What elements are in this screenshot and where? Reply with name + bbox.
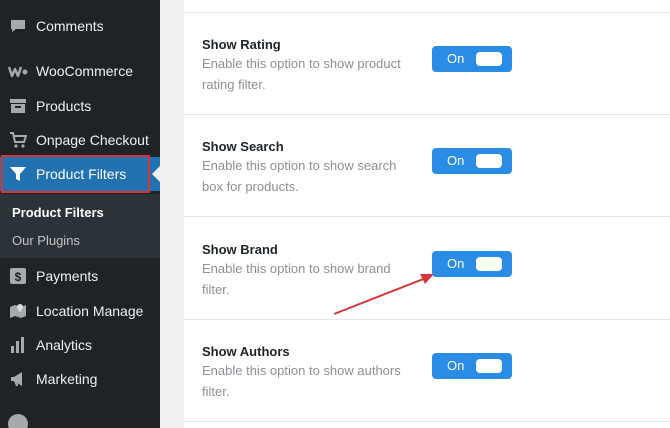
divider (184, 216, 670, 217)
setting-title: Show Authors (202, 344, 290, 359)
toggle-show-brand[interactable]: On (432, 251, 512, 277)
submenu: Product Filters Our Plugins (0, 194, 160, 258)
sidebar-item-label: Comments (36, 18, 104, 34)
highlight-box (1, 155, 150, 193)
toggle-knob (476, 154, 502, 168)
setting-description: Enable this option to show product ratin… (202, 56, 401, 92)
active-menu-indicator (152, 166, 160, 182)
submenu-item-product-filters[interactable]: Product Filters (12, 205, 104, 220)
toggle-show-rating[interactable]: On (432, 46, 512, 72)
sidebar-item-woocommerce[interactable]: WooCommerce (0, 54, 160, 88)
bar-chart-icon (8, 335, 28, 355)
toggle-show-authors[interactable]: On (432, 353, 512, 379)
toggle-knob (476, 257, 502, 271)
toggle-label: On (447, 256, 465, 271)
comment-icon (8, 16, 28, 36)
divider (184, 12, 670, 13)
collapse-menu-icon[interactable] (8, 414, 28, 428)
sidebar-item-location-manage[interactable]: Location Manage (0, 294, 160, 328)
woocommerce-icon (8, 61, 28, 81)
toggle-show-search[interactable]: On (432, 148, 512, 174)
toggle-knob (476, 359, 502, 373)
sidebar-item-products[interactable]: Products (0, 89, 160, 123)
sidebar-item-marketing[interactable]: Marketing (0, 362, 160, 396)
sidebar-item-payments[interactable]: $ Payments (0, 259, 160, 293)
toggle-label: On (447, 51, 465, 66)
annotation-arrow (333, 274, 434, 315)
sidebar-item-label: Onpage Checkout (36, 132, 149, 148)
sidebar-item-label: Payments (36, 268, 99, 284)
setting-title: Show Search (202, 139, 284, 154)
setting-description: Enable this option to show authors filte… (202, 363, 401, 399)
sidebar-item-label: Products (36, 98, 92, 114)
sidebar-item-label: Analytics (36, 337, 93, 353)
archive-icon (8, 96, 28, 116)
toggle-label: On (447, 153, 465, 168)
toggle-label: On (447, 358, 465, 373)
sidebar-item-label: Marketing (36, 371, 98, 387)
submenu-item-our-plugins[interactable]: Our Plugins (12, 233, 80, 248)
settings-panel: Show Rating Enable this option to show p… (184, 0, 670, 428)
svg-text:$: $ (15, 270, 22, 284)
setting-description: Enable this option to show search box fo… (202, 158, 397, 194)
megaphone-icon (8, 369, 28, 389)
sidebar-item-analytics[interactable]: Analytics (0, 328, 160, 362)
sidebar-item-label: WooCommerce (36, 63, 133, 79)
admin-sidebar: Comments WooCommerce Products Onpage Che… (0, 0, 160, 428)
location-icon (8, 301, 28, 321)
cart-icon (8, 130, 28, 150)
divider (184, 114, 670, 115)
toggle-knob (476, 52, 502, 66)
dollar-icon: $ (8, 266, 28, 286)
divider (184, 421, 670, 422)
setting-title: Show Brand (202, 242, 278, 257)
sidebar-item-comments[interactable]: Comments (0, 9, 160, 43)
setting-title: Show Rating (202, 37, 281, 52)
sidebar-item-label: Location Manage (36, 303, 144, 319)
sidebar-item-onpage-checkout[interactable]: Onpage Checkout (0, 123, 160, 157)
